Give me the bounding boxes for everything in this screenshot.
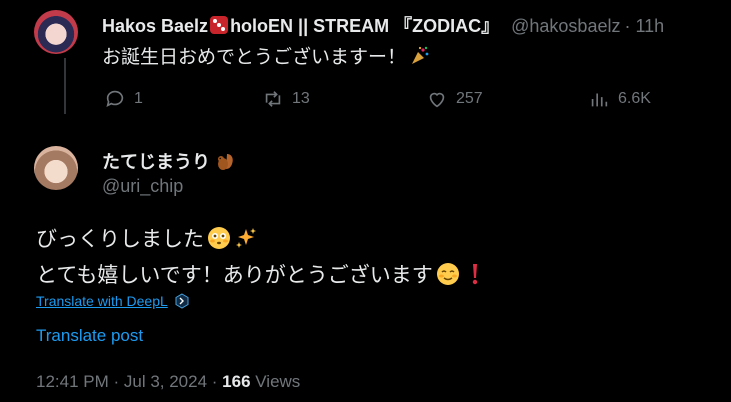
avatar[interactable] (34, 10, 78, 54)
display-name[interactable]: たてじまうり (102, 148, 210, 174)
like-count: 257 (456, 90, 483, 107)
smiling-face-icon (436, 263, 459, 285)
party-popper-icon (412, 46, 429, 64)
tweet-header: Hakos Baelz holoEN || STREAM 『ZODIAC』 @h… (102, 12, 664, 38)
views-label: Views (250, 372, 301, 391)
display-name[interactable]: Hakos Baelz (102, 16, 208, 37)
views-count: 166 (222, 372, 251, 391)
like-button[interactable]: 257 (426, 88, 483, 110)
tweet-text-content: とても嬉しいです！ありがとうございます (36, 264, 433, 287)
reply-icon (106, 90, 124, 107)
squirrel-emoji-icon (218, 154, 233, 170)
analytics-icon (591, 93, 608, 107)
user-handle[interactable]: @hakosbaelz (511, 16, 620, 37)
translate-with-deepl-link[interactable]: Translate with DeepL (36, 293, 190, 309)
tweet-time[interactable]: · 11h (624, 16, 664, 37)
heart-icon (429, 92, 445, 108)
tweet-metadata: 12:41 PM · Jul 3, 2024 · 166 Views (36, 372, 300, 392)
views-button[interactable]: 6.6K (588, 88, 651, 110)
tweet-text-content: お誕生日おめでとうございますー！ (102, 47, 407, 68)
tweet-text-content: びっくりしました (36, 228, 204, 251)
thread-connector-line (64, 58, 66, 114)
repost-button[interactable]: 13 (262, 88, 310, 110)
avatar[interactable] (34, 146, 78, 190)
tweet-text-line: とても嬉しいです！ありがとうございます (36, 258, 487, 289)
repost-icon (265, 91, 281, 107)
sparkles-icon (236, 228, 256, 248)
tweet-header: たてじまうり (102, 148, 236, 174)
exclamation-mark-icon (472, 264, 477, 285)
display-name-suffix[interactable]: holoEN || STREAM 『ZODIAC』 (230, 12, 499, 38)
reply-button[interactable]: 1 (104, 88, 143, 110)
translate-post-link[interactable]: Translate post (36, 326, 143, 346)
dice-emoji-icon (210, 16, 229, 34)
translate-deepl-label: Translate with DeepL (36, 293, 168, 309)
tweet-timestamp[interactable]: 12:41 PM · Jul 3, 2024 · (36, 372, 222, 391)
tweet-text: お誕生日おめでとうございますー！ (102, 42, 430, 69)
reply-count: 1 (134, 90, 143, 107)
repost-count: 13 (292, 90, 310, 107)
flushed-face-icon (208, 227, 230, 249)
tweet-text-line: びっくりしました (36, 222, 258, 253)
views-count: 6.6K (618, 90, 651, 107)
deepl-icon (175, 293, 189, 309)
user-handle[interactable]: @uri_chip (102, 176, 183, 197)
